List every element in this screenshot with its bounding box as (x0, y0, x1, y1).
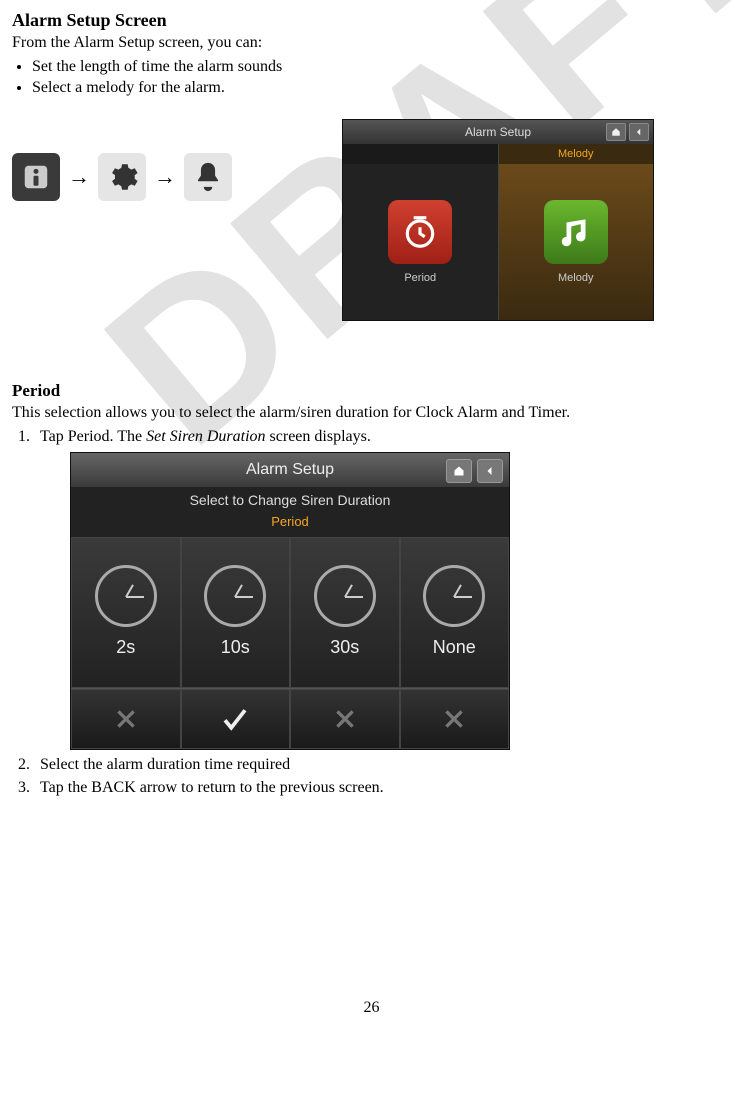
screenshot2-title: Alarm Setup (246, 459, 334, 481)
alarm-setup-screenshot: Alarm Setup Melody (342, 119, 654, 321)
step-1: Tap Period. The Set Siren Duration scree… (34, 426, 731, 750)
gear-icon (98, 153, 146, 201)
steps-list: Tap Period. The Set Siren Duration scree… (12, 426, 731, 799)
duration-option-2s: 2s (71, 537, 181, 688)
x-mark-icon (71, 689, 181, 749)
arrow-right-icon: → (152, 164, 178, 190)
melody-column: Melody (499, 164, 654, 320)
screenshot2-tab-label: Period (71, 511, 509, 537)
bullet-item: Select a melody for the alarm. (32, 77, 731, 99)
siren-duration-screenshot: Alarm Setup Select to Change Siren Durat… (70, 452, 510, 750)
tab-period-inactive (343, 144, 499, 164)
duration-options-row: 2s 10s 30s None (71, 537, 509, 688)
clock-icon (204, 565, 266, 627)
duration-value: 30s (330, 635, 359, 660)
arrow-right-icon: → (66, 164, 92, 190)
back-icon (477, 459, 503, 483)
screenshot-titlebar: Alarm Setup (343, 120, 653, 144)
period-heading: Period (12, 381, 731, 401)
clock-icon (95, 565, 157, 627)
x-mark-icon (400, 689, 510, 749)
back-icon (629, 123, 649, 141)
intro-bullet-list: Set the length of time the alarm sounds … (12, 56, 731, 99)
duration-option-10s: 10s (181, 537, 291, 688)
step-2: Select the alarm duration time required (34, 754, 731, 776)
x-mark-icon (290, 689, 400, 749)
duration-option-none: None (400, 537, 510, 688)
check-mark-icon (181, 689, 291, 749)
clock-icon (423, 565, 485, 627)
screenshot2-subtitle: Select to Change Siren Duration (71, 487, 509, 511)
melody-music-icon (544, 200, 608, 264)
page-title: Alarm Setup Screen (12, 10, 731, 31)
clock-icon (314, 565, 376, 627)
info-icon (12, 153, 60, 201)
screenshot-title-text: Alarm Setup (465, 125, 531, 139)
duration-value: None (433, 635, 476, 660)
tab-melody-active: Melody (499, 144, 654, 164)
nav-icon-sequence: → → (12, 119, 232, 201)
navigation-illustration-row: → → Alarm Setup (12, 119, 731, 321)
step-3: Tap the BACK arrow to return to the prev… (34, 777, 731, 799)
selection-indicator-row (71, 688, 509, 749)
duration-option-30s: 30s (290, 537, 400, 688)
bullet-item: Set the length of time the alarm sounds (32, 56, 731, 78)
step-1-italic: Set Siren Duration (146, 428, 265, 445)
home-icon (446, 459, 472, 483)
home-icon (606, 123, 626, 141)
period-label: Period (404, 272, 436, 284)
period-intro: This selection allows you to select the … (12, 403, 731, 424)
bell-icon (184, 153, 232, 201)
duration-value: 10s (221, 635, 250, 660)
screenshot2-titlebar: Alarm Setup (71, 453, 509, 487)
period-column: Period (343, 164, 499, 320)
page-number: 26 (12, 999, 731, 1017)
melody-label: Melody (558, 272, 593, 284)
screenshot-tab-bar: Melody (343, 144, 653, 164)
period-clock-icon (388, 200, 452, 264)
intro-text: From the Alarm Setup screen, you can: (12, 33, 731, 54)
step-1-prefix: Tap Period. The (40, 428, 146, 445)
step-1-suffix: screen displays. (266, 428, 371, 445)
duration-value: 2s (116, 635, 135, 660)
